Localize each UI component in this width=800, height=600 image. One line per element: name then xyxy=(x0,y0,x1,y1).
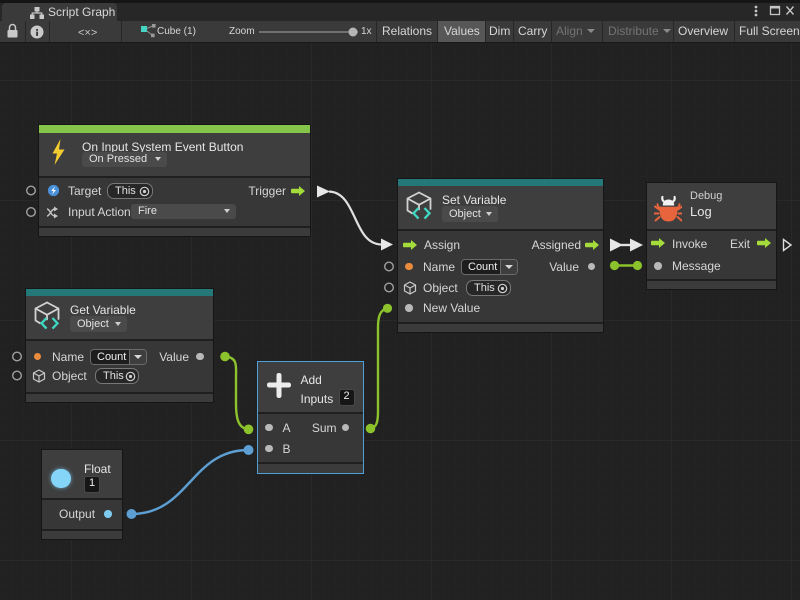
svg-text:<×>: <×> xyxy=(78,27,97,39)
